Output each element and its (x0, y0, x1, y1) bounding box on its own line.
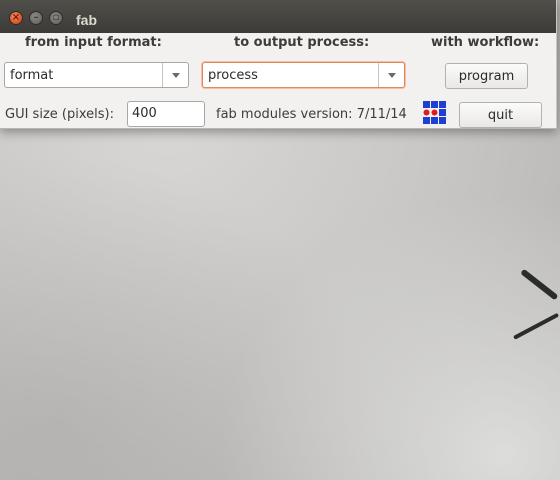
logo-cell (431, 109, 438, 116)
minimize-icon: – (33, 12, 39, 23)
close-icon: × (11, 12, 21, 23)
version-label: fab modules version: 7/11/14 (216, 107, 407, 122)
logo-cell (423, 117, 430, 124)
minimize-window-button[interactable]: – (29, 11, 43, 25)
window-title: fab (76, 12, 97, 28)
logo-cell (439, 117, 446, 124)
titlebar[interactable]: × – ▫ fab (0, 0, 556, 33)
quit-button[interactable]: quit (459, 102, 542, 128)
logo-cell (423, 109, 430, 116)
logo-cell (439, 101, 446, 108)
input-format-heading: from input format: (25, 35, 162, 50)
chevron-down-icon[interactable] (162, 63, 188, 87)
workflow-heading: with workflow: (431, 35, 540, 50)
logo-cell (439, 109, 446, 116)
input-format-value: format (10, 68, 54, 83)
maximize-icon: ▫ (52, 12, 60, 23)
gui-size-input[interactable]: 400 (127, 101, 205, 127)
logo-cell (431, 117, 438, 124)
chevron-down-icon[interactable] (378, 63, 404, 87)
logo-cell (431, 101, 438, 108)
input-format-dropdown[interactable]: format (4, 62, 189, 88)
close-window-button[interactable]: × (9, 11, 23, 25)
program-button[interactable]: program (445, 63, 528, 89)
fab-window: × – ▫ fab from input format: to output p… (0, 0, 557, 129)
output-process-value: process (208, 68, 258, 83)
maximize-window-button[interactable]: ▫ (49, 11, 63, 25)
fab-modules-logo-icon (423, 101, 446, 124)
logo-cell (423, 101, 430, 108)
output-process-heading: to output process: (234, 35, 370, 50)
gui-size-label: GUI size (pixels): (5, 107, 114, 122)
output-process-dropdown[interactable]: process (202, 62, 405, 88)
